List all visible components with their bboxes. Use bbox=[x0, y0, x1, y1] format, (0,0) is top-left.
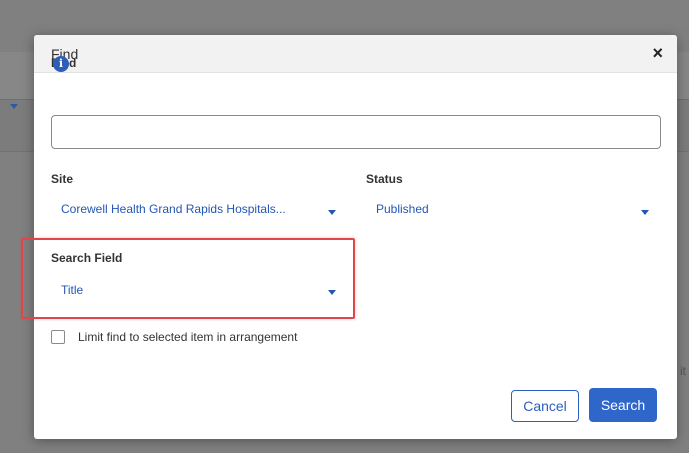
limit-find-checkbox[interactable] bbox=[51, 330, 65, 344]
dialog-header: Find × bbox=[34, 35, 677, 73]
highlight-annotation-box bbox=[21, 238, 355, 319]
status-select[interactable]: Published bbox=[376, 202, 429, 216]
limit-find-checkbox-label[interactable]: Limit find to selected item in arrangeme… bbox=[78, 330, 297, 344]
status-label: Status bbox=[366, 172, 403, 186]
background-partial-text: it bbox=[680, 364, 686, 378]
site-label: Site bbox=[51, 172, 74, 186]
cancel-button[interactable]: Cancel bbox=[511, 390, 579, 422]
search-button[interactable]: Search bbox=[589, 388, 657, 422]
site-select[interactable]: Corewell Health Grand Rapids Hospitals..… bbox=[61, 202, 286, 216]
info-icon[interactable]: i bbox=[53, 56, 69, 72]
find-dialog: Find × bbox=[34, 35, 677, 439]
background-chevron-down-icon bbox=[10, 104, 18, 109]
close-icon[interactable]: × bbox=[652, 42, 663, 64]
site-chevron-down-icon[interactable] bbox=[328, 210, 336, 215]
status-chevron-down-icon[interactable] bbox=[641, 210, 649, 215]
find-input[interactable] bbox=[51, 115, 661, 149]
